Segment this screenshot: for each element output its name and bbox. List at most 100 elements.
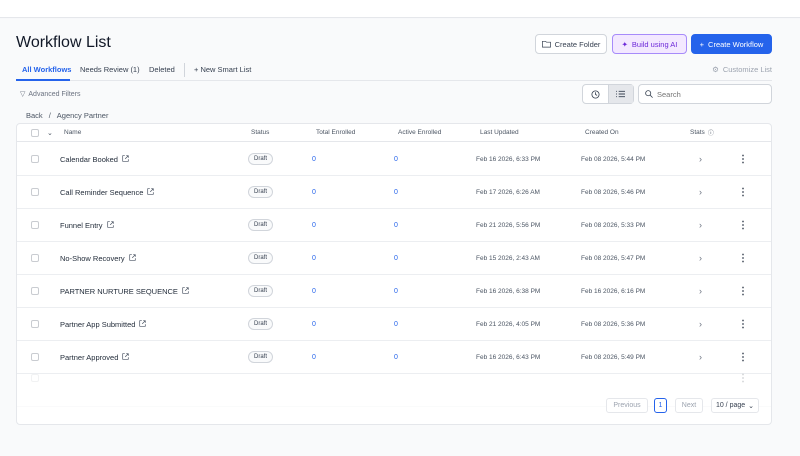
external-link-icon[interactable] bbox=[182, 286, 189, 296]
workflow-name[interactable]: Calendar Booked bbox=[60, 155, 118, 164]
kebab-icon[interactable]: ⋮ bbox=[738, 308, 748, 340]
view-toggle bbox=[582, 84, 634, 104]
workflow-name[interactable]: No-Show Recovery bbox=[60, 254, 125, 263]
active-enrolled-value[interactable]: 0 bbox=[394, 176, 398, 208]
created-on-value: Feb 08 2026, 5:49 PM bbox=[581, 353, 646, 361]
table-row[interactable]: Partner Approved Draft 0 0 Feb 16 2026, 6:43… bbox=[17, 341, 771, 374]
chevron-right-icon[interactable]: › bbox=[699, 242, 702, 274]
total-enrolled-value[interactable]: 0 bbox=[312, 275, 316, 307]
workflow-name[interactable]: Partner Approved bbox=[60, 353, 118, 362]
col-created-on: Created On bbox=[585, 129, 619, 136]
settings-icon: ⚙ bbox=[712, 65, 719, 74]
search-icon bbox=[645, 90, 653, 98]
build-ai-button[interactable]: ✦ Build using AI bbox=[612, 34, 687, 54]
chevron-right-icon[interactable]: › bbox=[699, 341, 702, 373]
kebab-icon[interactable]: ⋮ bbox=[738, 242, 748, 274]
tab-divider bbox=[184, 63, 185, 77]
active-enrolled-value[interactable]: 0 bbox=[394, 275, 398, 307]
chevron-right-icon[interactable]: › bbox=[699, 143, 702, 175]
external-link-icon[interactable] bbox=[122, 154, 129, 164]
kebab-icon[interactable]: ⋮ bbox=[738, 209, 748, 241]
total-enrolled-value[interactable]: 0 bbox=[312, 209, 316, 241]
row-checkbox[interactable] bbox=[31, 287, 39, 295]
created-on-value: Feb 08 2026, 5:44 PM bbox=[581, 155, 646, 163]
advanced-filters-button[interactable]: ▽ Advanced Filters bbox=[20, 90, 81, 99]
chevron-right-icon[interactable]: › bbox=[699, 209, 702, 241]
search-input[interactable] bbox=[657, 89, 767, 99]
workflow-name[interactable]: Funnel Entry bbox=[60, 221, 103, 230]
row-checkbox[interactable] bbox=[31, 353, 39, 361]
chevron-down-icon: ⌄ bbox=[748, 402, 755, 410]
row-checkbox[interactable] bbox=[31, 188, 39, 196]
col-status: Status bbox=[251, 129, 270, 136]
table-row[interactable]: PARTNER NURTURE SEQUENCE Draft 0 0 Feb 16 20… bbox=[17, 275, 771, 308]
current-page-button[interactable]: 1 bbox=[654, 398, 667, 413]
total-enrolled-value[interactable]: 0 bbox=[312, 341, 316, 373]
create-folder-button[interactable]: Create Folder bbox=[535, 34, 607, 54]
kebab-icon[interactable]: ⋮ bbox=[738, 176, 748, 208]
select-all-checkbox[interactable] bbox=[31, 128, 39, 137]
kebab-icon[interactable]: ⋮ bbox=[738, 362, 748, 394]
workflow-page: Workflow List Create Folder ✦ Build usin… bbox=[0, 19, 800, 456]
external-link-icon[interactable] bbox=[106, 220, 114, 230]
active-enrolled-value[interactable]: 0 bbox=[394, 341, 398, 373]
workflow-name[interactable]: PARTNER NURTURE SEQUENCE bbox=[60, 287, 178, 296]
external-link-icon[interactable] bbox=[139, 319, 147, 329]
col-last-updated: Last Updated bbox=[480, 129, 519, 136]
external-link-icon[interactable] bbox=[147, 187, 155, 197]
external-link-icon[interactable] bbox=[128, 253, 136, 263]
last-updated-value: Feb 17 2026, 6:26 AM bbox=[476, 188, 540, 196]
row-checkbox[interactable] bbox=[31, 221, 39, 229]
active-tab-indicator bbox=[16, 79, 70, 81]
total-enrolled-value[interactable]: 0 bbox=[312, 143, 316, 175]
active-enrolled-value[interactable]: 0 bbox=[394, 308, 398, 340]
last-updated-value: Feb 21 2026, 4:05 PM bbox=[476, 320, 541, 328]
status-badge: Draft bbox=[248, 318, 274, 330]
tab-all-workflows[interactable]: All Workflows bbox=[22, 65, 71, 74]
status-badge: Draft bbox=[248, 351, 274, 363]
active-enrolled-value[interactable]: 0 bbox=[394, 209, 398, 241]
previous-page-button[interactable]: Previous bbox=[606, 398, 648, 413]
chevron-down-icon[interactable]: ⌄ bbox=[47, 129, 53, 137]
row-checkbox[interactable] bbox=[31, 155, 39, 163]
list-icon[interactable] bbox=[607, 85, 633, 103]
breadcrumb: Back / Agency Partner bbox=[26, 111, 108, 120]
row-checkbox[interactable] bbox=[31, 320, 39, 328]
customize-list-button[interactable]: ⚙ Customize List bbox=[712, 65, 772, 74]
filter-icon: ▽ bbox=[20, 91, 26, 98]
table-row[interactable]: Call Reminder Sequence Draft 0 0 Feb 17 2026… bbox=[17, 176, 771, 209]
total-enrolled-value[interactable]: 0 bbox=[312, 176, 316, 208]
chevron-right-icon[interactable]: › bbox=[699, 176, 702, 208]
create-workflow-button[interactable]: + Create Workflow bbox=[691, 34, 772, 54]
tab-needs-review[interactable]: Needs Review (1) bbox=[80, 65, 140, 74]
next-page-button[interactable]: Next bbox=[675, 398, 703, 413]
breadcrumb-back[interactable]: Back bbox=[26, 111, 43, 120]
total-enrolled-value[interactable]: 0 bbox=[312, 242, 316, 274]
row-checkbox[interactable] bbox=[31, 374, 39, 382]
chevron-right-icon[interactable]: › bbox=[699, 308, 702, 340]
created-on-value: Feb 16 2026, 6:16 PM bbox=[581, 287, 646, 295]
new-smart-list-button[interactable]: + New Smart List bbox=[194, 65, 251, 74]
kebab-icon[interactable]: ⋮ bbox=[738, 275, 748, 307]
last-updated-value: Feb 15 2026, 2:43 AM bbox=[476, 254, 540, 262]
total-enrolled-value[interactable]: 0 bbox=[312, 308, 316, 340]
workflow-name[interactable]: Partner App Submitted bbox=[60, 320, 135, 329]
row-checkbox[interactable] bbox=[31, 254, 39, 262]
chevron-right-icon[interactable]: › bbox=[699, 275, 702, 307]
page-size-select[interactable]: 10 / page ⌄ bbox=[711, 398, 759, 413]
table-row[interactable]: Funnel Entry Draft 0 0 Feb 21 2026, 5:56 PM F… bbox=[17, 209, 771, 242]
table-row[interactable]: No-Show Recovery Draft 0 0 Feb 15 2026, 2:43… bbox=[17, 242, 771, 275]
external-link-icon[interactable] bbox=[122, 352, 130, 362]
search-box bbox=[638, 84, 772, 104]
created-on-value: Feb 08 2026, 5:46 PM bbox=[581, 188, 646, 196]
clock-icon[interactable] bbox=[583, 85, 608, 103]
tab-deleted[interactable]: Deleted bbox=[149, 65, 175, 74]
active-enrolled-value[interactable]: 0 bbox=[394, 143, 398, 175]
kebab-icon[interactable]: ⋮ bbox=[738, 143, 748, 175]
created-on-value: Feb 08 2026, 5:47 PM bbox=[581, 254, 646, 262]
active-enrolled-value[interactable]: 0 bbox=[394, 242, 398, 274]
table-row[interactable]: Partner App Submitted Draft 0 0 Feb 21 2026,… bbox=[17, 308, 771, 341]
workflow-name[interactable]: Call Reminder Sequence bbox=[60, 188, 143, 197]
last-updated-value: Feb 16 2026, 6:33 PM bbox=[476, 155, 541, 163]
table-row[interactable]: Calendar Booked Draft 0 0 Feb 16 2026, 6:33 … bbox=[17, 143, 771, 176]
